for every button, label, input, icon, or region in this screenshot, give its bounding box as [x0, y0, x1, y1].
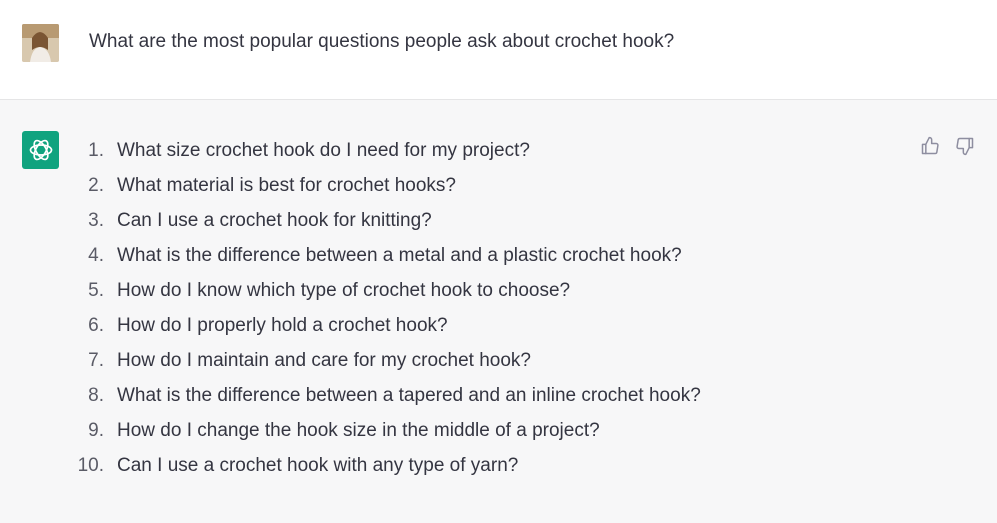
user-message-row: What are the most popular questions peop…: [0, 0, 997, 100]
list-item-text: How do I properly hold a crochet hook?: [117, 315, 448, 336]
list-item-text: What is the difference between a metal a…: [117, 245, 682, 266]
list-item-text: What material is best for crochet hooks?: [117, 175, 456, 196]
list-item-number: 9.: [88, 420, 104, 441]
list-item-number: 1.: [88, 140, 104, 161]
list-item-text: What is the difference between a tapered…: [117, 385, 701, 406]
list-item-number: 2.: [88, 175, 104, 196]
thumbs-down-button[interactable]: [954, 135, 976, 157]
list-item-number: 10.: [77, 455, 104, 476]
user-photo-avatar: [22, 24, 59, 62]
list-item-text: How do I know which type of crochet hook…: [117, 280, 571, 301]
list-item-number: 7.: [88, 350, 104, 371]
list-item-text: What size crochet hook do I need for my …: [117, 140, 530, 161]
list-item-number: 3.: [88, 210, 104, 231]
list-item-text: Can I use a crochet hook with any type o…: [117, 455, 519, 476]
list-item-number: 6.: [88, 315, 104, 336]
assistant-message-row: 1. What size crochet hook do I need for …: [0, 100, 997, 523]
thumbs-down-icon: [956, 137, 974, 156]
list-item-number: 5.: [88, 280, 104, 301]
list-item-number: 8.: [88, 385, 104, 406]
list-item-number: 4.: [88, 245, 104, 266]
list-item-text: How do I maintain and care for my croche…: [117, 350, 531, 371]
list-item-text: Can I use a crochet hook for knitting?: [117, 210, 432, 231]
thumbs-up-button[interactable]: [919, 135, 941, 157]
list-item-text: How do I change the hook size in the mid…: [117, 420, 600, 441]
thumbs-up-icon: [921, 136, 939, 155]
user-avatar: [22, 24, 59, 62]
user-message-text: What are the most popular questions peop…: [89, 31, 675, 52]
